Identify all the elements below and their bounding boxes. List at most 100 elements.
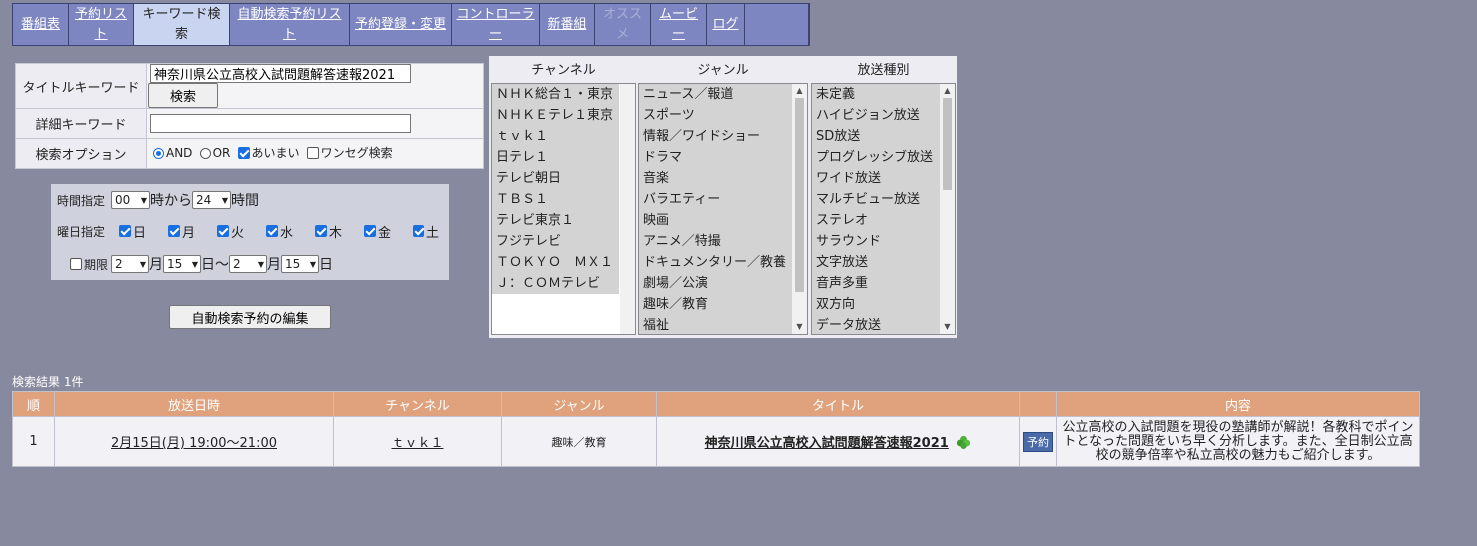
or-radio[interactable] bbox=[199, 147, 211, 159]
genre-option[interactable]: アニメ／特撮 bbox=[639, 231, 792, 252]
day-option-0[interactable]: 日 bbox=[119, 222, 168, 241]
genre-option[interactable]: ニュース／報道 bbox=[639, 84, 792, 105]
oneseg-checkbox[interactable] bbox=[306, 146, 319, 159]
scroll-down-icon[interactable]: ▼ bbox=[940, 321, 955, 333]
genre-option[interactable]: 情報／ワイドショー bbox=[639, 126, 792, 147]
channel-option[interactable]: テレビ東京１ bbox=[492, 210, 619, 231]
nav-tab-9[interactable]: ログ bbox=[707, 4, 745, 45]
row-title-link[interactable]: 神奈川県公立高校入試問題解答速報2021 bbox=[705, 436, 949, 451]
genre-option[interactable]: 福祉 bbox=[639, 315, 792, 334]
genre-listbox[interactable]: ニュース／報道 スポーツ 情報／ワイドショー ドラマ 音楽 バラエティー 映画 アニメ／特撮ド… bbox=[638, 83, 808, 335]
nav-tab-0[interactable]: 番組表 bbox=[13, 4, 69, 45]
nav-tab-1[interactable]: 予約リスト bbox=[69, 4, 134, 45]
scroll-up-icon[interactable]: ▲ bbox=[792, 85, 807, 97]
channel-option[interactable]: ｔｖｋ１ bbox=[492, 126, 619, 147]
genre-option[interactable]: ドキュメンタリー／教養 bbox=[639, 252, 792, 273]
channel-scrollbar[interactable] bbox=[620, 84, 635, 334]
type-option[interactable]: SD放送 bbox=[812, 126, 940, 147]
row-datetime-link[interactable]: 2月15日(月) 19:00～21:00 bbox=[111, 436, 277, 451]
fuzzy-option[interactable]: あいまい bbox=[237, 144, 300, 161]
genre-option[interactable]: ドラマ bbox=[639, 147, 792, 168]
to-suffix: 時間 bbox=[231, 193, 259, 209]
nav-tab-5[interactable]: コントローラー bbox=[452, 4, 540, 45]
type-option[interactable]: 双方向 bbox=[812, 294, 940, 315]
channel-option[interactable]: ＴＢＳ１ bbox=[492, 189, 619, 210]
day-option-6[interactable]: 土 bbox=[413, 222, 439, 241]
day-option-1[interactable]: 月 bbox=[168, 222, 217, 241]
genre-option[interactable]: 趣味／教育 bbox=[639, 294, 792, 315]
type-option[interactable]: サラウンド bbox=[812, 231, 940, 252]
channel-option[interactable]: フジテレビ bbox=[492, 231, 619, 252]
to-hour-select[interactable]: 24 ▼ bbox=[192, 191, 231, 209]
nav-tab-4[interactable]: 予約登録・変更 bbox=[350, 4, 452, 45]
day-checkbox[interactable] bbox=[266, 225, 278, 237]
genre-scroll-thumb[interactable] bbox=[795, 98, 804, 292]
channel-option[interactable]: 日テレ１ bbox=[492, 147, 619, 168]
end-month-select[interactable]: 2 ▼ bbox=[229, 255, 267, 273]
channel-option[interactable]: ＮＨＫ総合１・東京 bbox=[492, 84, 619, 105]
nav-tab-8[interactable]: ムービー bbox=[651, 4, 707, 45]
type-scrollbar[interactable]: ▲ ▼ bbox=[940, 84, 955, 334]
nav-tab-6[interactable]: 新番組 bbox=[540, 4, 595, 45]
type-option[interactable]: 文字放送 bbox=[812, 252, 940, 273]
type-scroll-thumb[interactable] bbox=[943, 98, 952, 190]
search-button[interactable]: 検索 bbox=[148, 83, 218, 108]
and-option[interactable]: AND bbox=[153, 146, 192, 160]
channel-option[interactable]: ＮＨＫＥテレ１東京 bbox=[492, 105, 619, 126]
end-day-suffix: 日 bbox=[319, 257, 333, 273]
nav-tab-3[interactable]: 自動検索予約リスト bbox=[230, 4, 350, 45]
type-option[interactable]: データ放送 bbox=[812, 315, 940, 334]
type-option[interactable]: マルチビュー放送 bbox=[812, 189, 940, 210]
day-option-5[interactable]: 金 bbox=[364, 222, 413, 241]
clover-icon[interactable] bbox=[956, 435, 971, 450]
day-checkbox[interactable] bbox=[413, 225, 424, 237]
day-checkbox[interactable] bbox=[364, 225, 376, 237]
scroll-down-icon[interactable]: ▼ bbox=[792, 321, 807, 333]
row-number: 1 bbox=[12, 416, 55, 467]
oneseg-option[interactable]: ワンセグ検索 bbox=[306, 144, 393, 161]
day-checkbox[interactable] bbox=[119, 225, 131, 237]
row-channel-link[interactable]: ｔｖｋ１ bbox=[391, 436, 443, 451]
scroll-up-icon[interactable]: ▲ bbox=[940, 85, 955, 97]
channel-option[interactable]: テレビ朝日 bbox=[492, 168, 619, 189]
start-day-select[interactable]: 15 ▼ bbox=[163, 255, 201, 273]
or-option[interactable]: OR bbox=[199, 146, 230, 160]
limit-label: 期限 bbox=[83, 257, 108, 272]
type-listbox[interactable]: 未定義 ハイビジョン放送 SD放送 プログレッシブ放送 ワイド放送 マルチビュー放送 ステレ… bbox=[811, 83, 956, 335]
genre-option[interactable]: 劇場／公演 bbox=[639, 273, 792, 294]
day-option-2[interactable]: 火 bbox=[217, 222, 266, 241]
channel-option[interactable]: ＴＯＫＹＯ ＭＸ１ bbox=[492, 252, 619, 273]
end-day-select[interactable]: 15 ▼ bbox=[281, 255, 319, 273]
day-checkbox[interactable] bbox=[315, 225, 327, 237]
type-option[interactable]: ワイド放送 bbox=[812, 168, 940, 189]
time-day-panel: 時間指定 00 ▼ 時から 24 ▼ 時間 曜日指定 日月火水木金土 期限 2 ▼ 月… bbox=[51, 184, 449, 280]
type-option[interactable]: 音声多重 bbox=[812, 273, 940, 294]
result-count: 検索結果 1件 bbox=[12, 375, 84, 389]
day-checkbox[interactable] bbox=[217, 225, 229, 237]
genre-option[interactable]: 映画 bbox=[639, 210, 792, 231]
detail-keyword-input[interactable] bbox=[150, 114, 411, 133]
type-option[interactable]: プログレッシブ放送 bbox=[812, 147, 940, 168]
title-keyword-input[interactable] bbox=[150, 64, 411, 83]
edit-auto-search-button[interactable]: 自動検索予約の編集 bbox=[169, 305, 331, 329]
limit-option[interactable]: 期限 bbox=[51, 256, 111, 273]
start-month-select[interactable]: 2 ▼ bbox=[111, 255, 149, 273]
genre-option[interactable]: 音楽 bbox=[639, 168, 792, 189]
type-option[interactable]: ハイビジョン放送 bbox=[812, 105, 940, 126]
channel-listbox[interactable]: ＮＨＫ総合１・東京 ＮＨＫＥテレ１東京 ｔｖｋ１ 日テレ１ テレビ朝日 ＴＢＳ１ テレビ東京… bbox=[491, 83, 636, 335]
day-option-4[interactable]: 木 bbox=[315, 222, 364, 241]
limit-checkbox[interactable] bbox=[69, 257, 82, 270]
day-label-text: 月 bbox=[182, 225, 196, 241]
genre-option[interactable]: バラエティー bbox=[639, 189, 792, 210]
type-option[interactable]: ステレオ bbox=[812, 210, 940, 231]
type-option[interactable]: 未定義 bbox=[812, 84, 940, 105]
channel-option[interactable]: Ｊ：ＣＯＭテレビ bbox=[492, 273, 619, 294]
day-checkbox[interactable] bbox=[168, 225, 180, 237]
from-hour-select[interactable]: 00 ▼ bbox=[111, 191, 150, 209]
fuzzy-checkbox[interactable] bbox=[237, 146, 250, 159]
day-option-3[interactable]: 水 bbox=[266, 222, 315, 241]
genre-option[interactable]: スポーツ bbox=[639, 105, 792, 126]
genre-scrollbar[interactable]: ▲ ▼ bbox=[792, 84, 807, 334]
and-radio[interactable] bbox=[153, 147, 164, 159]
reserve-button[interactable]: 予約 bbox=[1023, 431, 1053, 452]
